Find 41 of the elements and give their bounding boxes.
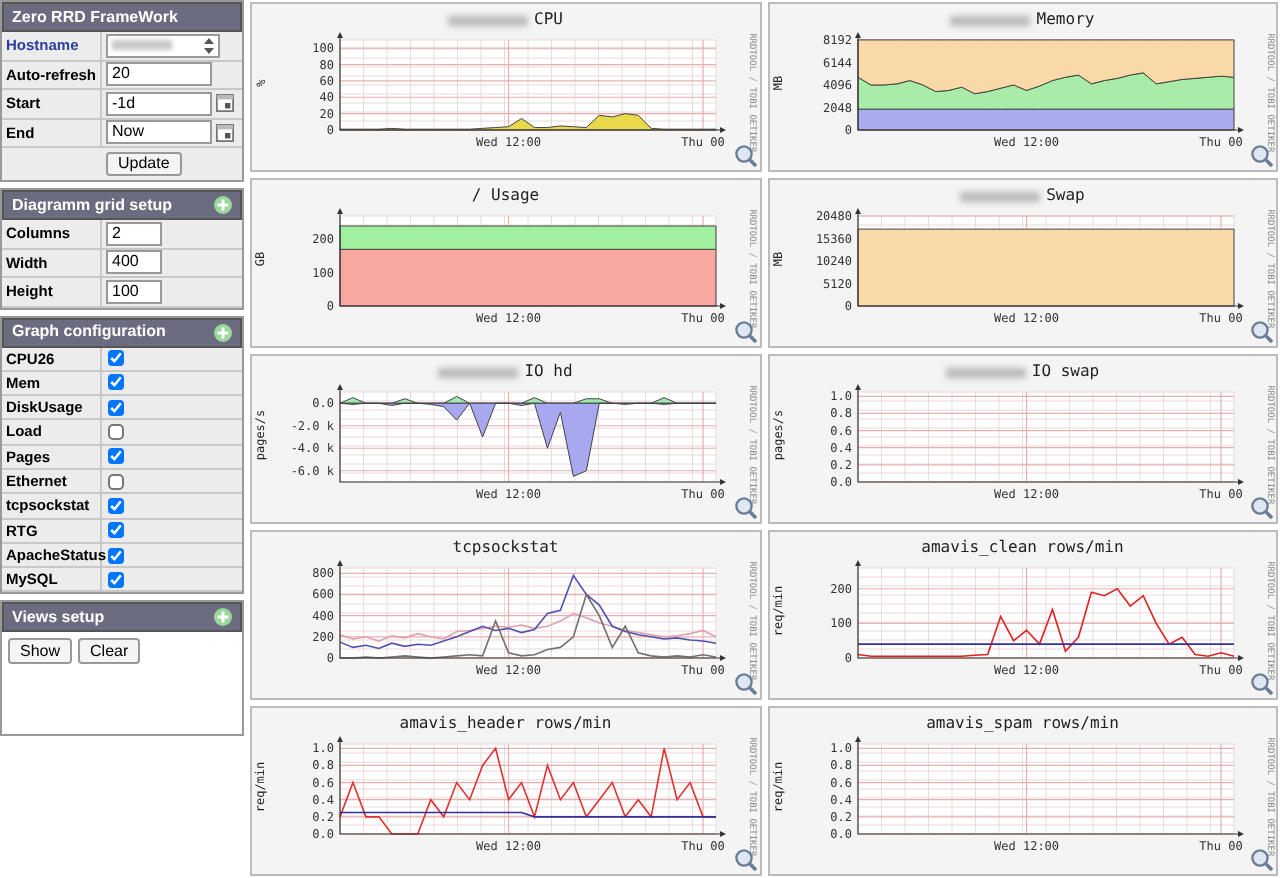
section-title: Zero RRD FrameWork — [12, 5, 178, 29]
view-button[interactable]: Show — [8, 638, 73, 665]
graph-title: IO hd — [524, 364, 573, 380]
input-field[interactable]: -1d — [106, 91, 212, 116]
checkbox[interactable] — [108, 497, 124, 514]
plus-icon[interactable] — [214, 323, 232, 341]
checkbox[interactable] — [108, 399, 124, 416]
checkbox[interactable] — [108, 350, 124, 367]
section-title: Graph configuration — [12, 320, 166, 344]
graph-title: IO swap — [1031, 364, 1100, 380]
checkbox[interactable] — [108, 571, 124, 588]
checkbox[interactable] — [108, 448, 124, 465]
calendar-icon[interactable] — [216, 94, 234, 113]
input-field[interactable]: 100 — [106, 279, 162, 304]
redaction-mark — [112, 40, 172, 51]
graph-title: Swap — [1046, 188, 1085, 204]
graph-title: Memory — [1036, 12, 1095, 28]
view-button[interactable]: Clear — [78, 638, 141, 665]
graph-title: amavis_spam rows/min — [926, 716, 1119, 732]
calendar-icon[interactable] — [216, 123, 234, 142]
graph-title: CPU — [534, 12, 563, 28]
checkbox[interactable] — [108, 424, 124, 441]
input-field[interactable]: 400 — [106, 250, 162, 275]
hostname-select[interactable] — [106, 33, 220, 58]
graph-title: amavis_header rows/min — [399, 716, 612, 732]
graph-title: / Usage — [471, 188, 540, 204]
input-field[interactable]: 20 — [106, 62, 212, 87]
plus-icon[interactable] — [214, 608, 232, 627]
input-field[interactable]: Now — [106, 120, 212, 145]
section-title: Views setup — [12, 605, 105, 630]
plus-icon[interactable] — [214, 196, 232, 214]
update-button[interactable]: Update — [106, 152, 182, 176]
updown-icon — [204, 37, 214, 54]
graph-title: tcpsockstat — [452, 540, 559, 556]
checkbox[interactable] — [108, 547, 124, 564]
input-field[interactable]: 2 — [106, 221, 162, 246]
graph-title: amavis_clean rows/min — [921, 540, 1124, 556]
checkbox[interactable] — [108, 473, 124, 490]
section-title: Diagramm grid setup — [12, 193, 173, 217]
checkbox[interactable] — [108, 374, 124, 391]
checkbox[interactable] — [108, 522, 124, 539]
